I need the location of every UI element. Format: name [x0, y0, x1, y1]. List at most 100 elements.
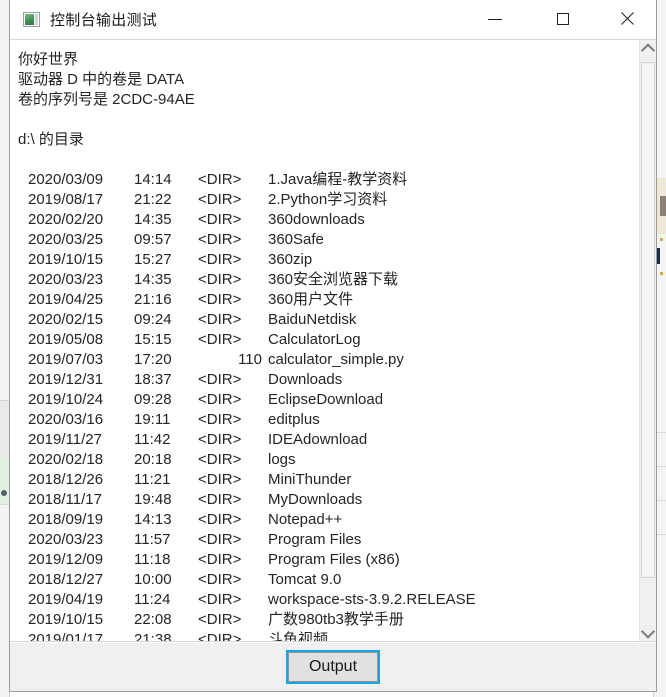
entry-name: 360安全浏览器下载	[268, 271, 399, 288]
entry-date: 2020/03/23	[28, 271, 104, 288]
entry-kind: <DIR>	[198, 331, 242, 348]
entry-time: 21:22	[134, 191, 172, 208]
entry-kind: <DIR>	[198, 271, 242, 288]
entry-date: 2019/10/24	[28, 391, 104, 408]
entry-date: 2019/07/03	[28, 351, 104, 368]
entry-date: 2019/12/31	[28, 371, 104, 388]
entry-kind: <DIR>	[198, 631, 242, 641]
bottom-panel: Output	[10, 642, 656, 691]
scrollbar-up-button[interactable]	[640, 40, 656, 57]
backdrop-right-dot-icon	[660, 272, 663, 275]
entry-time: 14:35	[134, 271, 172, 288]
entry-kind: <DIR>	[198, 211, 242, 228]
directory-entry-row: 2019/04/25 21:16 <DIR> 360用户文件	[18, 290, 639, 310]
entry-time: 11:24	[134, 591, 171, 608]
app-window-icon	[23, 12, 40, 27]
entry-kind: <DIR>	[198, 411, 242, 428]
entry-time: 10:00	[134, 571, 172, 588]
entry-time: 19:48	[134, 491, 172, 508]
entry-time: 15:27	[134, 251, 172, 268]
entry-time: 22:08	[134, 611, 172, 628]
entry-date: 2020/03/16	[28, 411, 104, 428]
entry-date: 2019/04/19	[28, 591, 104, 608]
close-button[interactable]	[604, 0, 650, 38]
console-scrollbar[interactable]	[639, 40, 656, 641]
directory-entry-row: 2019/10/15 22:08 <DIR> 广数980tb3教学手册	[18, 610, 639, 630]
entry-time: 14:14	[134, 171, 172, 188]
scrollbar-down-button[interactable]	[640, 624, 656, 641]
entry-name: 360Safe	[268, 231, 324, 248]
entry-name: Notepad++	[268, 511, 343, 528]
directory-entry-row: 2018/09/19 14:13 <DIR> Notepad++	[18, 510, 639, 530]
minimize-button[interactable]	[472, 0, 518, 38]
entry-name: BaiduNetdisk	[268, 311, 357, 328]
entry-date: 2018/11/17	[28, 491, 102, 508]
entry-kind: <DIR>	[198, 231, 242, 248]
directory-entry-row: 2020/02/15 09:24 <DIR> BaiduNetdisk	[18, 310, 639, 330]
entry-name: editplus	[268, 411, 320, 428]
directory-entry-row: 2018/12/27 10:00 <DIR> Tomcat 9.0	[18, 570, 639, 590]
entry-time: 20:18	[134, 451, 172, 468]
window-title: 控制台输出测试	[50, 12, 158, 29]
entry-kind: <DIR>	[198, 531, 242, 548]
console-line: d:\ 的目录	[18, 131, 84, 148]
entry-kind: <DIR>	[198, 471, 242, 488]
entry-kind: <DIR>	[198, 371, 242, 388]
entry-name: calculator_simple.py	[268, 351, 404, 368]
entry-name: workspace-sts-3.9.2.RELEASE	[268, 591, 476, 608]
entry-date: 2020/03/25	[28, 231, 104, 248]
entry-date: 2018/12/26	[28, 471, 104, 488]
entry-date: 2020/02/20	[28, 211, 104, 228]
entry-kind: <DIR>	[198, 591, 242, 608]
entry-date: 2019/04/25	[28, 291, 104, 308]
close-icon	[620, 12, 634, 26]
console-area: 你好世界驱动器 D 中的卷是 DATA 卷的序列号是 2CDC-94AE d:\ 的…	[10, 40, 656, 642]
maximize-icon	[557, 13, 569, 25]
chevron-up-icon	[640, 42, 656, 57]
directory-entry-row: 2019/12/31 18:37 <DIR> Downloads	[18, 370, 639, 390]
entry-name: 斗鱼视频	[268, 631, 329, 641]
entry-time: 21:16	[134, 291, 172, 308]
entry-name: 广数980tb3教学手册	[268, 611, 404, 628]
entry-time: 14:35	[134, 211, 172, 228]
entry-date: 2019/12/09	[28, 551, 104, 568]
minimize-icon	[488, 18, 502, 20]
entry-time: 09:57	[134, 231, 172, 248]
entry-date: 2019/08/17	[28, 191, 104, 208]
directory-entry-row: 2020/03/09 14:14 <DIR> 1.Java编程-教学资料	[18, 170, 639, 190]
output-button[interactable]: Output	[285, 650, 381, 684]
directory-entry-row: 2019/04/19 11:24 <DIR> workspace-sts-3.9.2.…	[18, 590, 639, 610]
entry-kind: <DIR>	[198, 311, 242, 328]
scrollbar-thumb[interactable]	[641, 62, 655, 578]
entry-date: 2018/09/19	[28, 511, 104, 528]
entry-name: Program Files (x86)	[268, 551, 400, 568]
entry-name: 360用户文件	[268, 291, 354, 308]
entry-date: 2020/03/09	[28, 171, 104, 188]
entry-kind: <DIR>	[198, 491, 242, 508]
entry-time: 11:42	[134, 431, 171, 448]
entry-date: 2019/10/15	[28, 611, 104, 628]
entry-time: 09:24	[134, 311, 172, 328]
maximize-button[interactable]	[540, 0, 586, 38]
directory-entry-row: 2019/11/27 11:42 <DIR> IDEAdownload	[18, 430, 639, 450]
directory-entry-row: 2018/11/17 19:48 <DIR> MyDownloads	[18, 490, 639, 510]
entry-kind: <DIR>	[198, 391, 242, 408]
entry-date: 2019/01/17	[28, 631, 104, 641]
entry-name: CalculatorLog	[268, 331, 361, 348]
app-icon-bar	[35, 14, 38, 25]
entry-size: 110	[238, 351, 262, 368]
entry-name: MiniThunder	[268, 471, 352, 488]
entry-time: 21:38	[134, 631, 172, 641]
directory-entry-row: 2019/07/03 17:20 110 calculator_simple.py	[18, 350, 639, 370]
entry-kind: <DIR>	[198, 431, 242, 448]
console-line: 卷的序列号是 2CDC-94AE	[18, 91, 195, 108]
console-line: 你好世界	[18, 51, 79, 68]
entry-date: 2020/03/23	[28, 531, 104, 548]
console-line: 驱动器 D 中的卷是 DATA	[18, 71, 185, 88]
console-output-text[interactable]: 你好世界驱动器 D 中的卷是 DATA 卷的序列号是 2CDC-94AE d:\ 的…	[10, 40, 639, 641]
entry-kind: <DIR>	[198, 251, 242, 268]
title-bar[interactable]: 控制台输出测试	[10, 0, 656, 40]
directory-entry-row: 2020/02/18 20:18 <DIR> logs	[18, 450, 639, 470]
